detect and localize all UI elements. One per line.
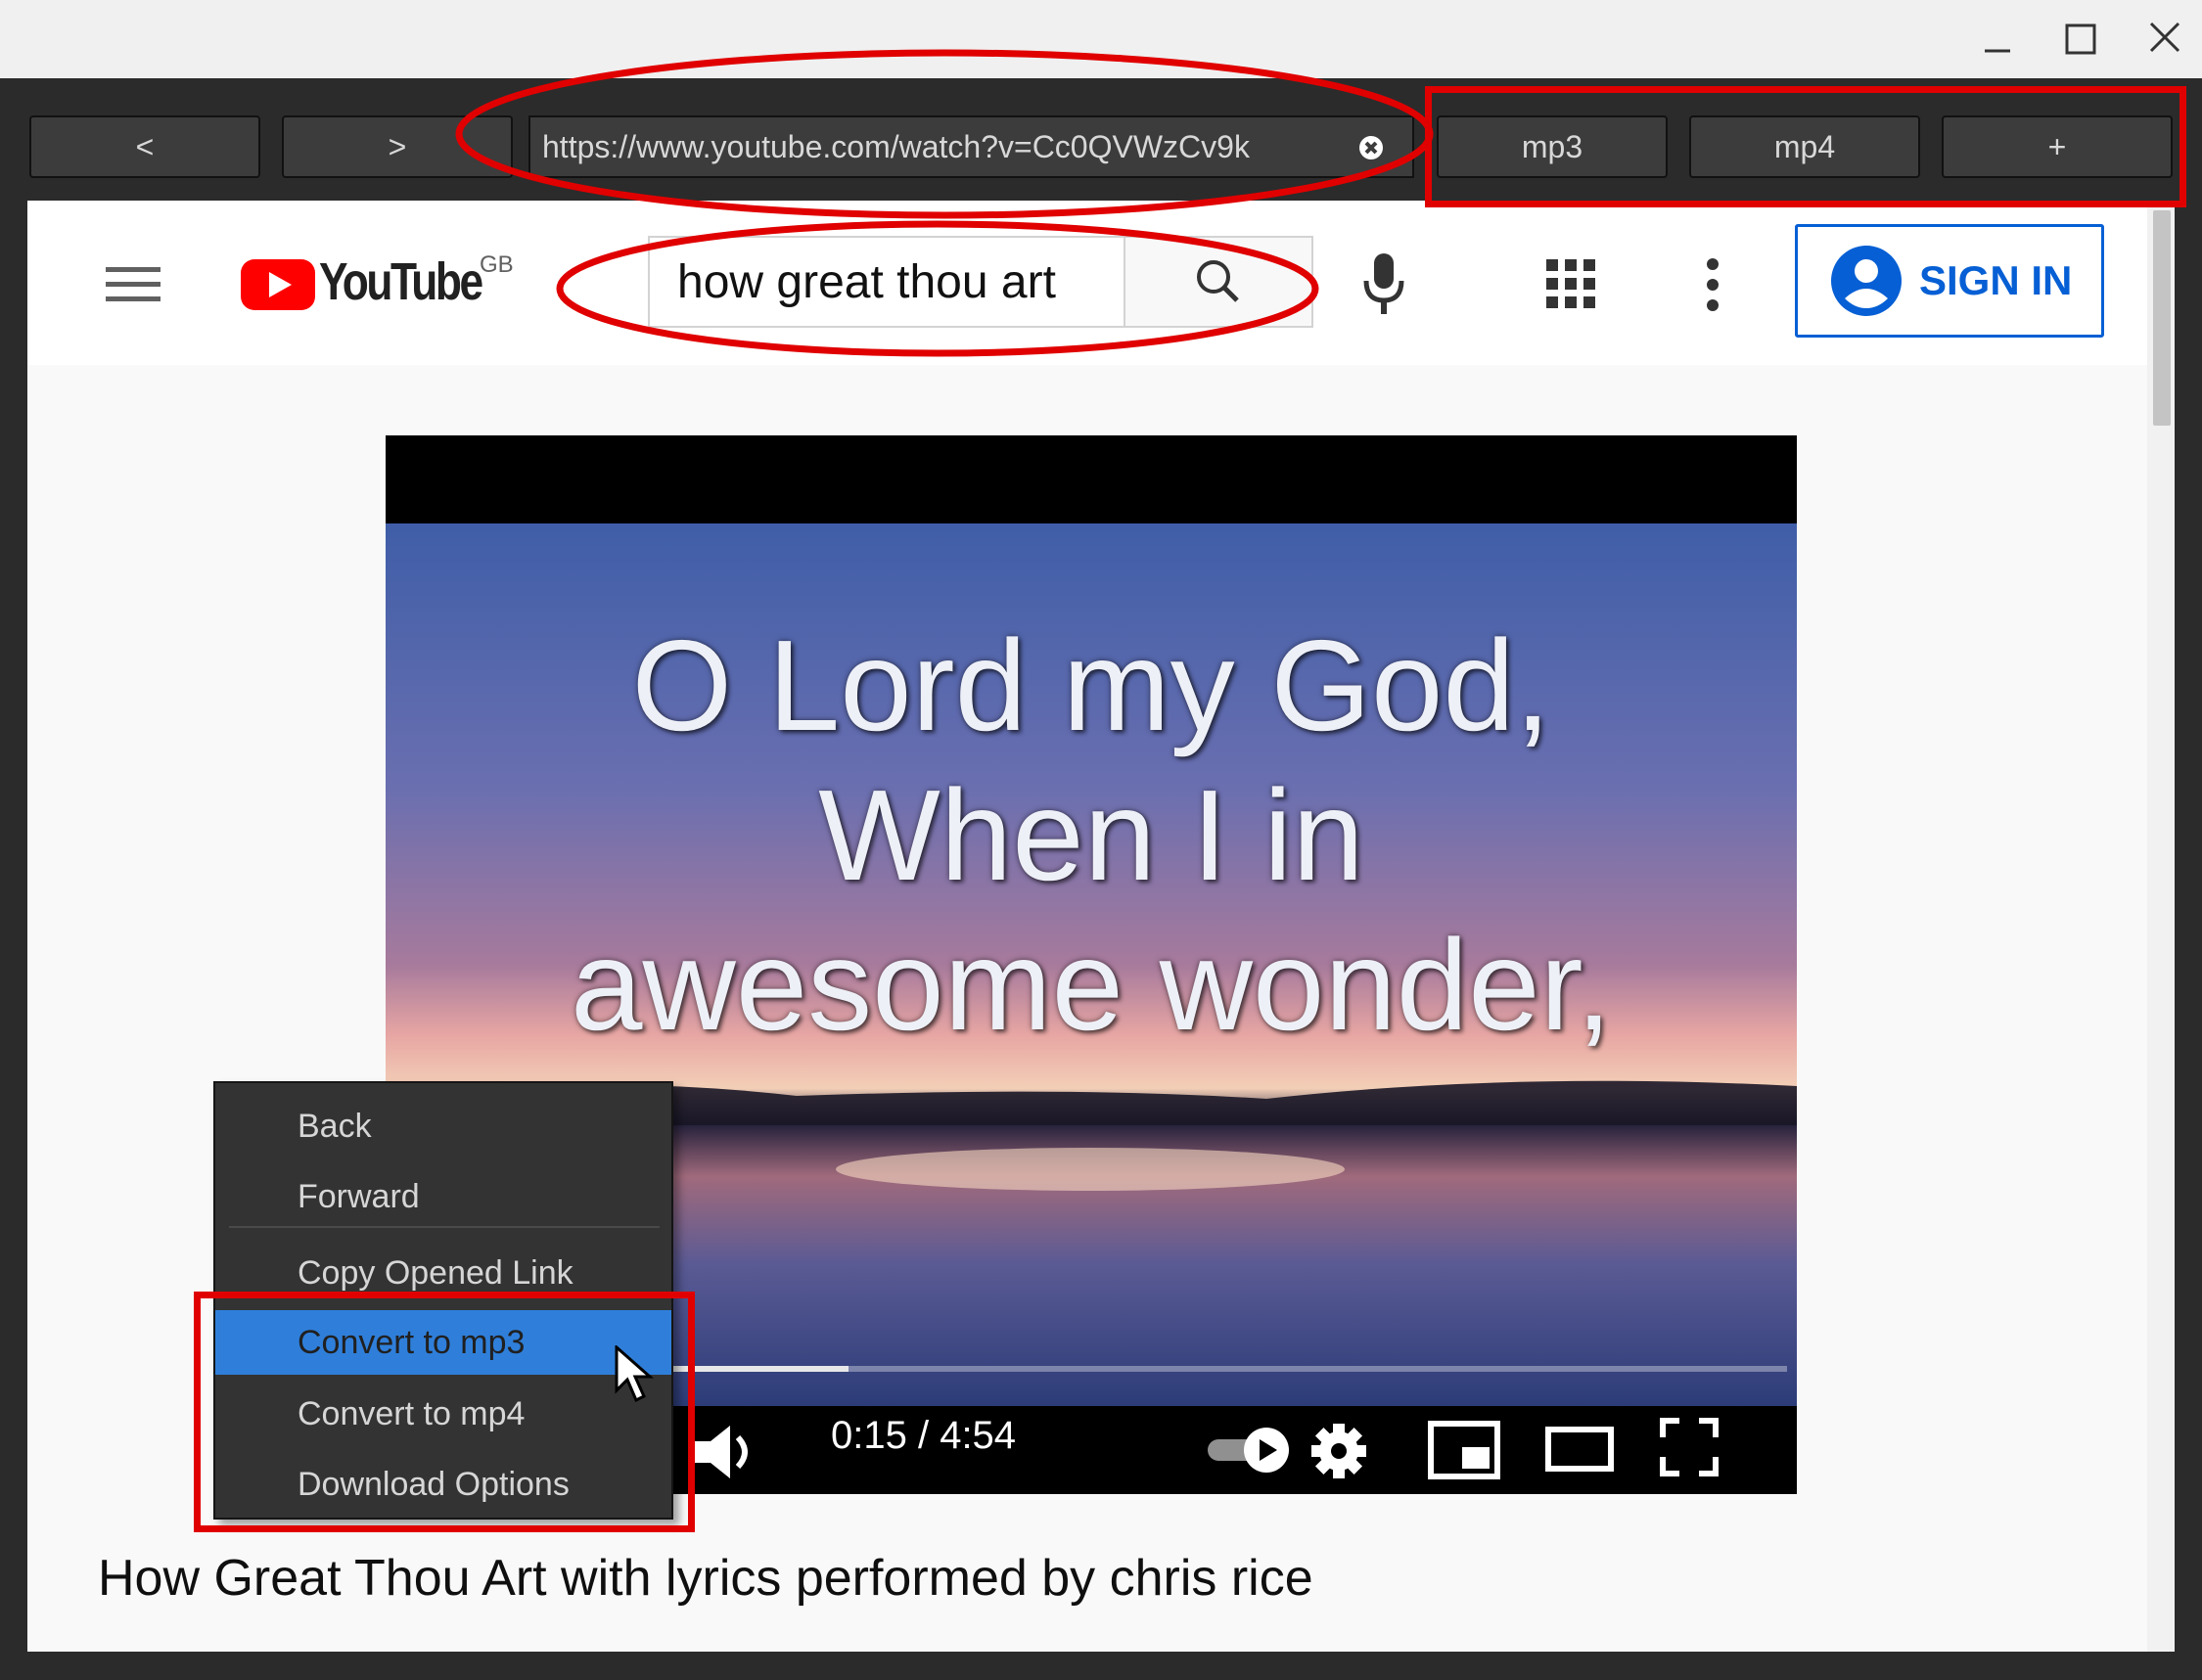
convert-options-annotation-box <box>194 1292 695 1532</box>
download-buttons-annotation-box <box>1425 86 2186 207</box>
search-annotation-ellipse <box>556 220 1319 357</box>
url-annotation-ellipse <box>455 49 1434 219</box>
